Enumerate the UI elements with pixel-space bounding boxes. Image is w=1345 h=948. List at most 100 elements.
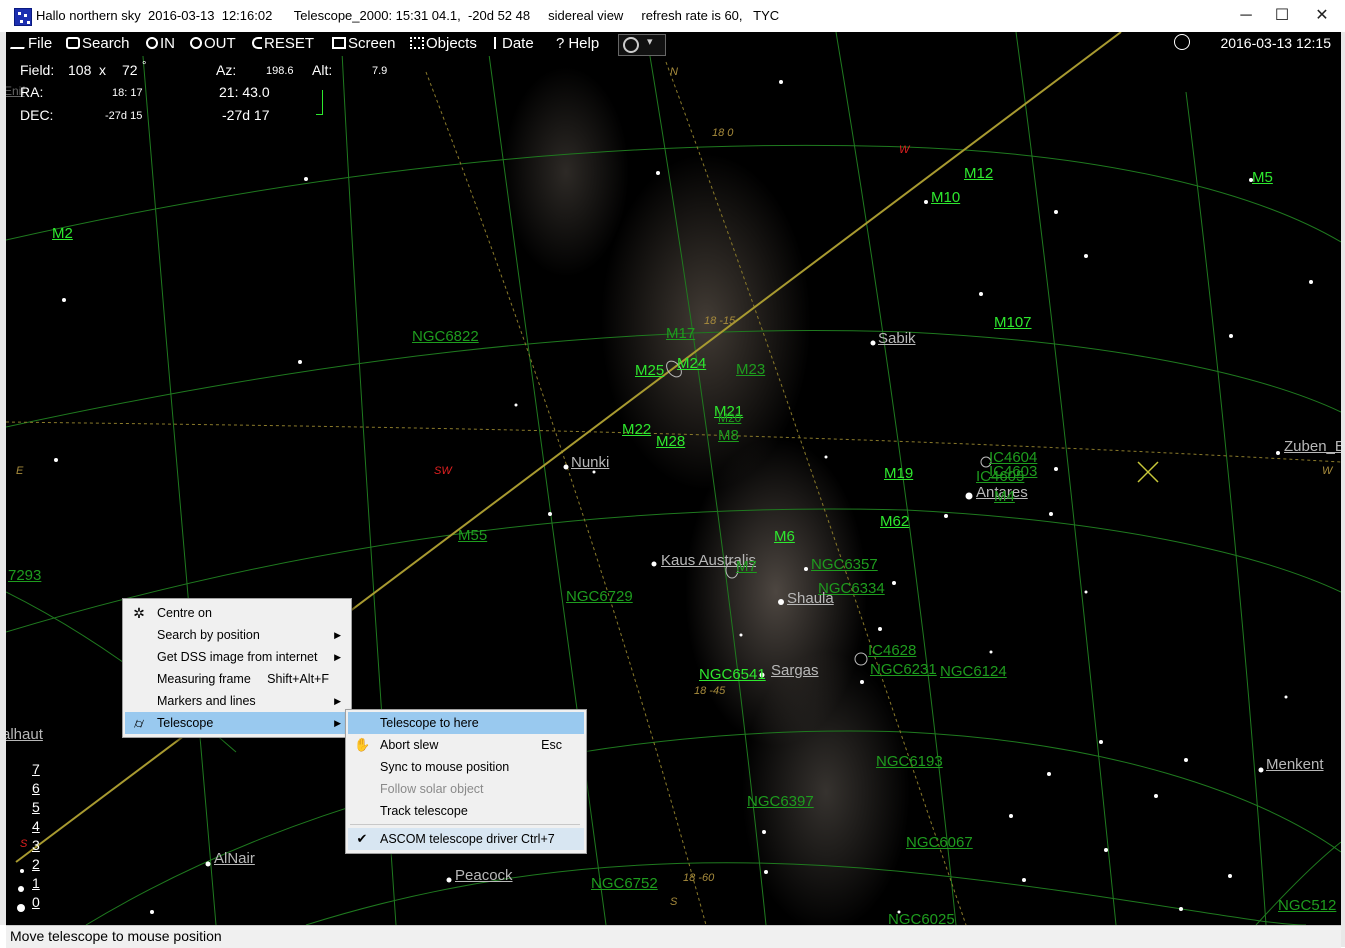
field-x: x	[99, 62, 106, 78]
help-menu[interactable]: ? Help	[556, 34, 599, 54]
label-ic4628[interactable]: IC4628	[868, 642, 916, 659]
submenu-item-abort-slew[interactable]: ✋ Abort slew Esc	[348, 734, 584, 756]
dec-value: -27d 17	[222, 107, 270, 123]
label-sabik[interactable]: Sabik	[878, 330, 916, 347]
label-ngc6193[interactable]: NGC6193	[876, 753, 943, 770]
label-m5[interactable]: M5	[1252, 169, 1273, 186]
submenu-arrow-icon: ▶	[334, 652, 341, 662]
label-m19[interactable]: M19	[884, 465, 913, 482]
label-m22[interactable]: M22	[622, 421, 651, 438]
label-m25[interactable]: M25	[635, 362, 664, 379]
label-alnair[interactable]: AlNair	[214, 850, 255, 867]
menu-item-search-by-position[interactable]: Search by position ▶	[125, 624, 349, 646]
label-m2[interactable]: M2	[52, 225, 73, 242]
crosshair-icon: ✲	[133, 605, 145, 621]
field-label: Field:	[20, 62, 55, 78]
label-ngc6541[interactable]: NGC6541	[699, 666, 766, 683]
label-ngc512[interactable]: NGC512	[1278, 897, 1336, 914]
context-menu: ✲ Centre on Search by position ▶ Get DSS i…	[122, 598, 352, 738]
label-m62[interactable]: M62	[880, 513, 909, 530]
label-7293[interactable]: 7293	[8, 567, 41, 584]
field-height: 72	[122, 62, 138, 78]
label-ngc6357[interactable]: NGC6357	[811, 556, 878, 573]
label-zuben-e[interactable]: Zuben_E	[1284, 438, 1341, 455]
minimize-button[interactable]: ─	[1232, 4, 1260, 28]
reset-button[interactable]: RESET	[252, 34, 314, 54]
label-ngc6067[interactable]: NGC6067	[906, 834, 973, 851]
close-button[interactable]: ✕	[1308, 4, 1336, 28]
menu-item-measuring-frame[interactable]: Measuring frame Shift+Alt+F	[125, 668, 349, 690]
label-m6[interactable]: M6	[774, 528, 795, 545]
label-ngc6729[interactable]: NGC6729	[566, 588, 633, 605]
ra-small-value: 18: 17	[112, 87, 143, 99]
submenu-item-ascom-driver[interactable]: ✔ ASCOM telescope driver Ctrl+7	[348, 828, 584, 850]
label-fomalhaut[interactable]: alhaut	[6, 726, 43, 743]
label-m10[interactable]: M10	[931, 189, 960, 206]
zoom-in-icon	[146, 37, 158, 49]
label-m4[interactable]: M4	[994, 488, 1015, 505]
label-ngc6397[interactable]: NGC6397	[747, 793, 814, 810]
label-m17[interactable]: M17	[666, 325, 695, 342]
label-peacock[interactable]: Peacock	[455, 867, 513, 884]
title-bar: Hallo northern sky 2016-03-13 12:16:02 T…	[0, 0, 1345, 33]
magnitude-label: 4	[32, 818, 40, 834]
menu-item-get-dss-image[interactable]: Get DSS image from internet ▶	[125, 646, 349, 668]
magnitude-label: 1	[32, 875, 40, 891]
clock-icon[interactable]	[1174, 34, 1191, 50]
sky-map[interactable]: M12 M10 M5 M2 M107 NGC6822 M17 M24 M25 M…	[6, 32, 1341, 925]
menu-item-telescope[interactable]: ⌭ Telescope ▶	[125, 712, 349, 734]
app-icon[interactable]	[14, 8, 32, 26]
search-menu[interactable]: Search	[66, 34, 130, 54]
binoculars-icon	[66, 37, 80, 49]
label-sargas[interactable]: Sargas	[771, 662, 819, 679]
label-ngc6025[interactable]: NGC6025	[888, 911, 955, 925]
magnitude-label: 0	[32, 894, 40, 910]
submenu-item-track-telescope[interactable]: Track telescope	[348, 800, 584, 822]
label-m24[interactable]: M24	[677, 355, 706, 372]
submenu-arrow-icon: ▶	[334, 696, 341, 706]
label-m28[interactable]: M28	[656, 433, 685, 450]
label-ngc6822[interactable]: NGC6822	[412, 328, 479, 345]
screen-menu[interactable]: Screen	[332, 34, 396, 54]
label-menkent[interactable]: Menkent	[1266, 756, 1324, 773]
label-nunki[interactable]: Nunki	[571, 454, 609, 471]
field-unit: °	[142, 60, 147, 72]
submenu-item-sync-to-mouse[interactable]: Sync to mouse position	[348, 756, 584, 778]
magnitude-dot	[20, 869, 24, 873]
direction-west-top: W	[899, 144, 910, 156]
maximize-button[interactable]: ☐	[1268, 4, 1296, 28]
label-m12[interactable]: M12	[964, 165, 993, 182]
settings-icon[interactable]	[623, 37, 639, 53]
label-m7[interactable]: M7	[736, 558, 757, 575]
calendar-icon	[494, 37, 500, 49]
date-menu[interactable]: Date	[494, 34, 534, 54]
label-m23[interactable]: M23	[736, 361, 765, 378]
direction-east: E	[16, 465, 24, 477]
monitor-icon	[332, 37, 346, 49]
label-m55[interactable]: M55	[458, 527, 487, 544]
clock-datetime: 2016-03-13 12:15	[1220, 35, 1331, 51]
label-m20[interactable]: M20	[718, 411, 741, 425]
zoom-in-button[interactable]: IN	[146, 34, 175, 54]
toolbar-options[interactable]: ▾	[618, 34, 666, 56]
menu-item-markers-and-lines[interactable]: Markers and lines ▶	[125, 690, 349, 712]
grid-tick-label: 18 -15	[704, 315, 736, 327]
menu-item-centre-on[interactable]: ✲ Centre on	[125, 602, 349, 624]
label-ic4605[interactable]: IC4605	[976, 468, 1024, 485]
zoom-out-button[interactable]: OUT	[190, 34, 236, 54]
magnitude-label: 6	[32, 780, 40, 796]
file-menu[interactable]: File	[10, 34, 52, 54]
label-m107[interactable]: M107	[994, 314, 1032, 331]
ra-label: RA:	[20, 84, 44, 100]
telescope-submenu: Telescope to here ✋ Abort slew Esc Sync to…	[345, 709, 587, 854]
label-ngc6124[interactable]: NGC6124	[940, 663, 1007, 680]
grid-tick-label: 18 -60	[683, 872, 715, 884]
objects-menu[interactable]: Objects	[410, 34, 477, 54]
dropdown-chevron-icon[interactable]: ▾	[647, 35, 653, 48]
submenu-item-telescope-to-here[interactable]: Telescope to here	[348, 712, 584, 734]
checkmark-icon: ✔	[356, 831, 368, 846]
label-m8[interactable]: M8	[718, 427, 739, 444]
label-shaula[interactable]: Shaula	[787, 590, 834, 607]
label-ngc6231[interactable]: NGC6231	[870, 661, 937, 678]
label-ngc6752[interactable]: NGC6752	[591, 875, 658, 892]
